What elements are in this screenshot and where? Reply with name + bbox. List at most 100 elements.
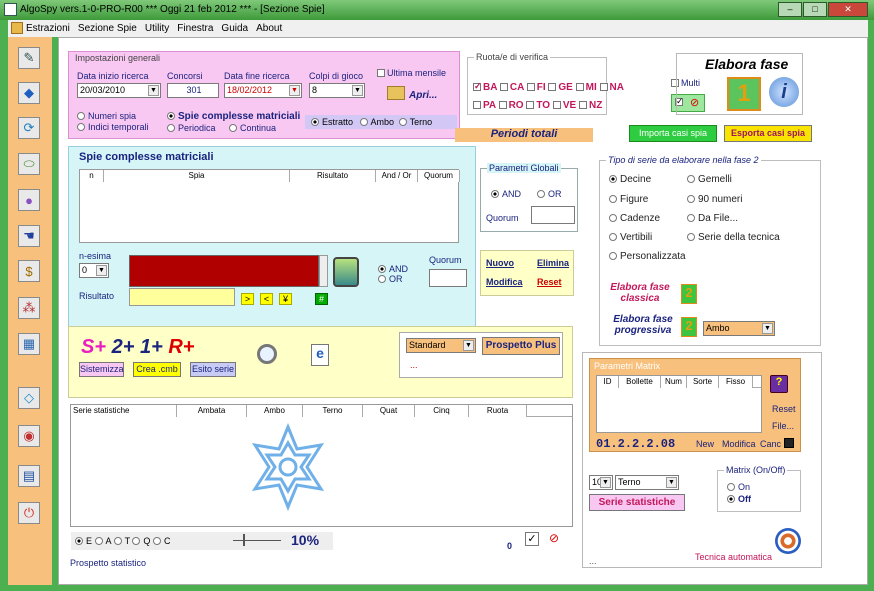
percent-slider-track[interactable] (233, 540, 281, 541)
matrix-canc-link[interactable]: Canc (760, 439, 781, 449)
ruota-ca[interactable]: CA (499, 82, 524, 93)
ruota-mi[interactable]: MI (575, 82, 597, 93)
global-quorum-input[interactable] (531, 206, 575, 224)
risultato-input[interactable] (129, 288, 235, 306)
ruota-ro[interactable]: RO (498, 100, 524, 111)
ultima-mensile-checkbox[interactable]: Ultima mensile (377, 68, 446, 78)
ruota-ba[interactable]: BA (473, 81, 497, 93)
prospetto-plus-button[interactable]: Prospetto Plus (482, 337, 560, 355)
matrix-reset-link[interactable]: Reset (772, 404, 796, 414)
serie-tecnica-radio[interactable]: Serie della tecnica (687, 232, 780, 243)
menu-finestra[interactable]: Finestra (177, 23, 213, 37)
close-button[interactable]: ✕ (828, 2, 868, 17)
matrix-sorte-select[interactable]: Terno ▼ (615, 475, 679, 490)
numeri-spia-radio[interactable]: Numeri spia (77, 111, 136, 121)
spia-editor[interactable] (129, 255, 319, 287)
modifica-link[interactable]: Modifica (486, 277, 523, 287)
elabora-fase-1-button[interactable]: 1 (727, 77, 761, 111)
elabora-classica-button[interactable]: 2 (681, 284, 697, 304)
quorum-input2[interactable] (429, 269, 467, 287)
power-icon[interactable]: ⏻ (18, 502, 40, 524)
indici-temporali-radio[interactable]: Indici temporali (77, 122, 149, 132)
personalizzata-radio[interactable]: Personalizzata (609, 251, 686, 262)
radio-a[interactable]: A (94, 536, 111, 546)
global-or-radio[interactable]: OR (537, 189, 562, 199)
info-icon[interactable]: i (769, 77, 799, 107)
ruota-to[interactable]: TO (526, 100, 550, 111)
or-radio[interactable]: OR (378, 274, 403, 284)
menu-estrazioni[interactable]: Estrazioni (26, 23, 70, 37)
folder-icon[interactable] (387, 86, 405, 100)
decine-radio[interactable]: Decine (609, 174, 651, 185)
minimize-button[interactable]: – (778, 2, 802, 17)
colpi-select[interactable]: 8 ▼ (309, 83, 365, 98)
bulb-icon[interactable]: ● (18, 189, 40, 211)
ruota-fi[interactable]: FI (526, 82, 546, 93)
book-icon[interactable]: ▤ (18, 465, 40, 487)
elabora-progressiva-button[interactable]: 2 (681, 317, 697, 337)
cadenze-radio[interactable]: Cadenze (609, 213, 660, 224)
pills-icon[interactable]: ⬭ (18, 153, 40, 175)
menu-sezione-spie[interactable]: Sezione Spie (78, 23, 137, 37)
and-radio[interactable]: AND (378, 264, 408, 274)
network-icon[interactable]: ⁂ (18, 297, 40, 319)
ambo-radio[interactable]: Ambo (359, 117, 394, 127)
refresh-icon[interactable]: ⟳ (18, 117, 40, 139)
target-icon[interactable] (775, 528, 801, 554)
explorer-icon[interactable]: e (311, 344, 329, 366)
crea-cmb-button[interactable]: Crea .cmb (133, 362, 181, 377)
da-file-radio[interactable]: Da File... (687, 213, 738, 224)
spia-scrollbar[interactable] (319, 255, 328, 287)
menu-guida[interactable]: Guida (221, 23, 248, 37)
global-and-radio[interactable]: AND (491, 189, 521, 199)
reset-link[interactable]: Reset (537, 277, 562, 287)
percent-slider-thumb[interactable] (243, 534, 245, 546)
elimina-link[interactable]: Elimina (537, 258, 569, 268)
terno-radio[interactable]: Terno (398, 117, 432, 127)
serie-statistiche-button[interactable]: Serie statistiche (589, 494, 685, 511)
ruota-na[interactable]: NA (599, 82, 624, 93)
stats-cancel-icon[interactable]: ⊘ (549, 531, 559, 545)
radio-c[interactable]: C (152, 536, 170, 546)
yen-button[interactable]: ¥ (279, 293, 292, 305)
lt-button[interactable]: < (260, 293, 273, 305)
matrix-new-link[interactable]: New (696, 439, 714, 449)
data-inizio-input[interactable]: 20/03/2010 ▼ (77, 83, 161, 98)
ruota-nz[interactable]: NZ (578, 100, 602, 111)
matrix-on-radio[interactable]: On (727, 482, 750, 492)
ruota-ge[interactable]: GE (548, 82, 573, 93)
importa-casi-spia-button[interactable]: Importa casi spia (629, 125, 717, 142)
esito-serie-button[interactable]: Esito serie (190, 362, 236, 377)
estratto-radio[interactable]: Estratto (311, 117, 353, 127)
concorsi-input[interactable]: 301 (167, 83, 219, 98)
apri-link[interactable]: Apri... (409, 90, 437, 101)
progressiva-sorte-select[interactable]: Ambo ▼ (703, 321, 775, 336)
gt-button[interactable]: > (241, 293, 254, 305)
periodica-radio[interactable]: Periodica (167, 123, 216, 133)
90-numeri-radio[interactable]: 90 numeri (687, 194, 742, 205)
spie-complesse-radio[interactable]: Spie complesse matriciali (167, 111, 300, 122)
radio-t[interactable]: T (113, 536, 130, 546)
data-fine-input[interactable]: 18/02/2012 ▼ (224, 83, 302, 98)
diamond-icon[interactable]: ◇ (18, 387, 40, 409)
cube-icon[interactable]: ◆ (18, 82, 40, 104)
save-icon[interactable] (784, 438, 794, 448)
nuovo-link[interactable]: Nuovo (486, 258, 514, 268)
magnifier-icon[interactable] (257, 344, 277, 364)
radio-e[interactable]: E (75, 536, 92, 546)
hand-icon[interactable]: ☚ (18, 225, 40, 247)
phone-icon[interactable] (333, 257, 359, 287)
figure-radio[interactable]: Figure (609, 194, 648, 205)
menu-about[interactable]: About (256, 23, 282, 37)
standard-select[interactable]: Standard ▼ (406, 338, 476, 353)
maximize-button[interactable]: □ (803, 2, 827, 17)
calendar-icon[interactable]: ▦ (18, 333, 40, 355)
dollar-icon[interactable]: $ (18, 260, 40, 282)
book-question-icon[interactable]: ? (770, 375, 788, 393)
continua-radio[interactable]: Continua (229, 123, 276, 133)
matrix-n-select[interactable]: 10 ▼ (589, 475, 613, 490)
vertibili-radio[interactable]: Vertibili (609, 232, 652, 243)
pencil-icon[interactable]: ✎ (18, 47, 40, 69)
stats-check-icon[interactable]: ✓ (525, 532, 539, 546)
menu-utility[interactable]: Utility (145, 23, 169, 37)
